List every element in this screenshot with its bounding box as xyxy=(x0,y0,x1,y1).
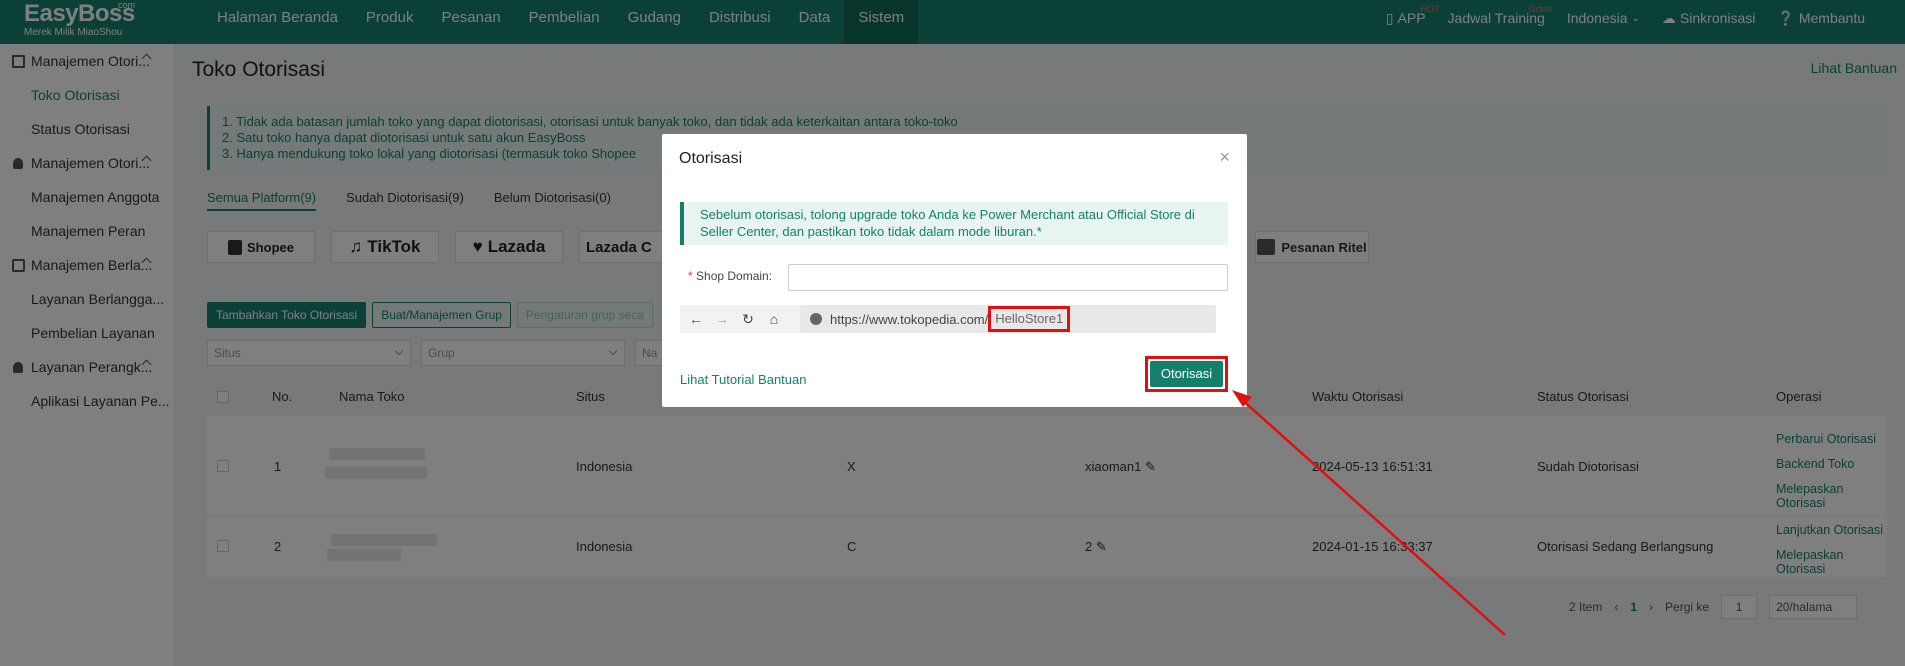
otorisasi-button-highlight: Otorisasi xyxy=(1145,356,1228,392)
modal-notice: Sebelum otorisasi, tolong upgrade toko A… xyxy=(680,202,1228,245)
otorisasi-button[interactable]: Otorisasi xyxy=(1150,361,1223,387)
shop-domain-input[interactable] xyxy=(788,264,1228,291)
site-info-icon xyxy=(810,313,822,325)
required-marker: * xyxy=(688,269,693,283)
authorization-modal: Otorisasi × Sebelum otorisasi, tolong up… xyxy=(662,134,1247,407)
example-url-bar: https://www.tokopedia.com/ HelloStore1 xyxy=(800,305,1216,333)
modal-title: Otorisasi xyxy=(679,150,743,167)
url-highlight: HelloStore1 xyxy=(988,306,1071,332)
close-icon[interactable]: × xyxy=(1219,147,1230,168)
shop-domain-label: * Shop Domain: xyxy=(688,269,772,283)
shop-domain-label-text: Shop Domain: xyxy=(696,269,773,283)
refresh-icon: ↻ xyxy=(742,310,754,327)
back-arrow-icon: ← xyxy=(689,311,703,327)
browser-example: ← → ↻ ⌂ https://www.tokopedia.com/ Hello… xyxy=(680,305,1216,333)
url-prefix: https://www.tokopedia.com/ xyxy=(830,311,989,327)
tutorial-link[interactable]: Lihat Tutorial Bantuan xyxy=(680,372,806,387)
forward-arrow-icon: → xyxy=(715,311,729,327)
home-icon: ⌂ xyxy=(769,311,779,327)
